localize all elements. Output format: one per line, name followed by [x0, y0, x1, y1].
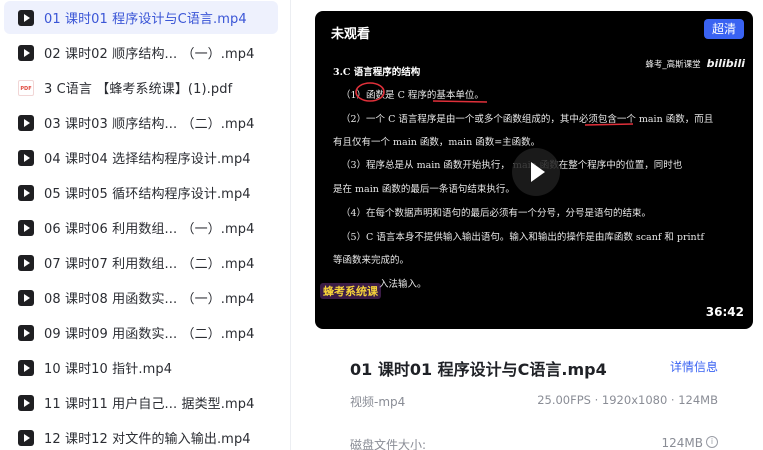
file-list: 01 课时01 程序设计与C语言.mp4 02 课时02 顺序结构... （一）…: [0, 0, 282, 450]
file-item[interactable]: PDF 3 C语言 【蜂考系统课】(1).pdf: [4, 71, 278, 104]
file-item[interactable]: 01 课时01 程序设计与C语言.mp4: [4, 1, 278, 34]
slide-line: 等函数来完成的。: [333, 255, 410, 266]
file-name: 03 课时03 顺序结构... （二）.mp4: [44, 117, 255, 132]
video-spec-label: 25.00FPS · 1920x1080 · 124MB: [537, 393, 718, 407]
panel-divider: [290, 0, 291, 450]
file-item[interactable]: 04 课时04 选择结构程序设计.mp4: [4, 141, 278, 174]
file-name: 01 课时01 程序设计与C语言.mp4: [44, 12, 247, 27]
course-stamp: 蜂考系统课: [320, 283, 381, 299]
file-name: 11 课时11 用户自己... 据类型.mp4: [44, 397, 255, 412]
app-root: 01 课时01 程序设计与C语言.mp4 02 课时02 顺序结构... （一）…: [0, 0, 763, 450]
file-item[interactable]: 10 课时10 指针.mp4: [4, 351, 278, 384]
watermark-text: 蜂考_高斯课堂: [645, 60, 701, 70]
file-name: 04 课时04 选择结构程序设计.mp4: [44, 152, 251, 167]
video-duration: 36:42: [705, 305, 744, 319]
quality-button[interactable]: 超清: [704, 19, 744, 39]
video-player[interactable]: 未观看 超清 蜂考_高斯课堂 bilibili 3.C 语言程序的结构 （1）函数…: [315, 11, 753, 329]
video-file-icon: [18, 254, 34, 271]
file-item[interactable]: 08 课时08 用函数实... （一）.mp4: [4, 281, 278, 314]
slide-line: （5）C 语言本身不提供输入输出语句。输入和输出的操作是由库函数 scanf 和…: [341, 232, 705, 243]
video-file-icon: [18, 44, 34, 61]
file-title: 01 课时01 程序设计与C语言.mp4: [350, 360, 607, 379]
video-file-icon: [18, 114, 34, 131]
pdf-icon-label: PDF: [20, 85, 32, 92]
video-file-icon: [18, 324, 34, 341]
file-name: 12 课时12 对文件的输入输出.mp4: [44, 432, 251, 447]
watch-status-label: 未观看: [331, 27, 371, 42]
details-link[interactable]: 详情信息: [670, 358, 718, 375]
play-button[interactable]: [512, 148, 560, 196]
slide-line: 有且仅有一个 main 函数，main 函数=主函数。: [333, 137, 541, 148]
file-item[interactable]: 12 课时12 对文件的输入输出.mp4: [4, 421, 278, 450]
file-name: 06 课时06 利用数组... （一）.mp4: [44, 222, 255, 237]
file-name: 05 课时05 循环结构程序设计.mp4: [44, 187, 251, 202]
file-item[interactable]: 07 课时07 利用数组... （二）.mp4: [4, 246, 278, 279]
file-name: 07 课时07 利用数组... （二）.mp4: [44, 257, 255, 272]
file-name: 02 课时02 顺序结构... （一）.mp4: [44, 47, 255, 62]
file-item[interactable]: 03 课时03 顺序结构... （二）.mp4: [4, 106, 278, 139]
slide-line: （2）一个 C 语言程序是由一个或多个函数组成的，其中必须包含一个 main 函…: [341, 114, 714, 125]
disk-size-label: 磁盘文件大小:: [350, 438, 427, 450]
info-icon[interactable]: i: [706, 436, 718, 448]
slide-line: 是在 main 函数的最后一条语句结束执行。: [333, 184, 515, 195]
video-file-icon: [18, 219, 34, 236]
video-file-icon: [18, 9, 34, 26]
file-item[interactable]: 11 课时11 用户自己... 据类型.mp4: [4, 386, 278, 419]
disk-size-value: 124MB: [661, 436, 704, 450]
video-file-icon: [18, 429, 34, 446]
video-file-icon: [18, 184, 34, 201]
video-file-icon: [18, 394, 34, 411]
bilibili-logo: bilibili: [706, 57, 745, 70]
file-item[interactable]: 05 课时05 循环结构程序设计.mp4: [4, 176, 278, 209]
slide-line: 入法输入。: [379, 279, 427, 290]
file-name: 10 课时10 指针.mp4: [44, 362, 173, 377]
media-type-label: 视频-mp4: [350, 395, 406, 409]
slide-line: （1）函数是 C 程序的基本单位。: [341, 90, 484, 101]
file-name: 3 C语言 【蜂考系统课】(1).pdf: [44, 82, 233, 97]
slide-heading: 3.C 语言程序的结构: [333, 67, 421, 78]
video-file-icon: [18, 149, 34, 166]
video-file-icon: [18, 359, 34, 376]
file-item[interactable]: 06 课时06 利用数组... （一）.mp4: [4, 211, 278, 244]
video-file-icon: [18, 289, 34, 306]
slide-line: （4）在每个数据声明和语句的最后必须有一个分号，分号是语句的结束。: [341, 208, 652, 219]
pdf-file-icon: PDF: [18, 79, 34, 96]
file-name: 09 课时09 用函数实... （二）.mp4: [44, 327, 255, 342]
file-item[interactable]: 09 课时09 用函数实... （二）.mp4: [4, 316, 278, 349]
file-item[interactable]: 02 课时02 顺序结构... （一）.mp4: [4, 36, 278, 69]
file-name: 08 课时08 用函数实... （一）.mp4: [44, 292, 255, 307]
video-watermark: 蜂考_高斯课堂 bilibili: [645, 57, 745, 70]
